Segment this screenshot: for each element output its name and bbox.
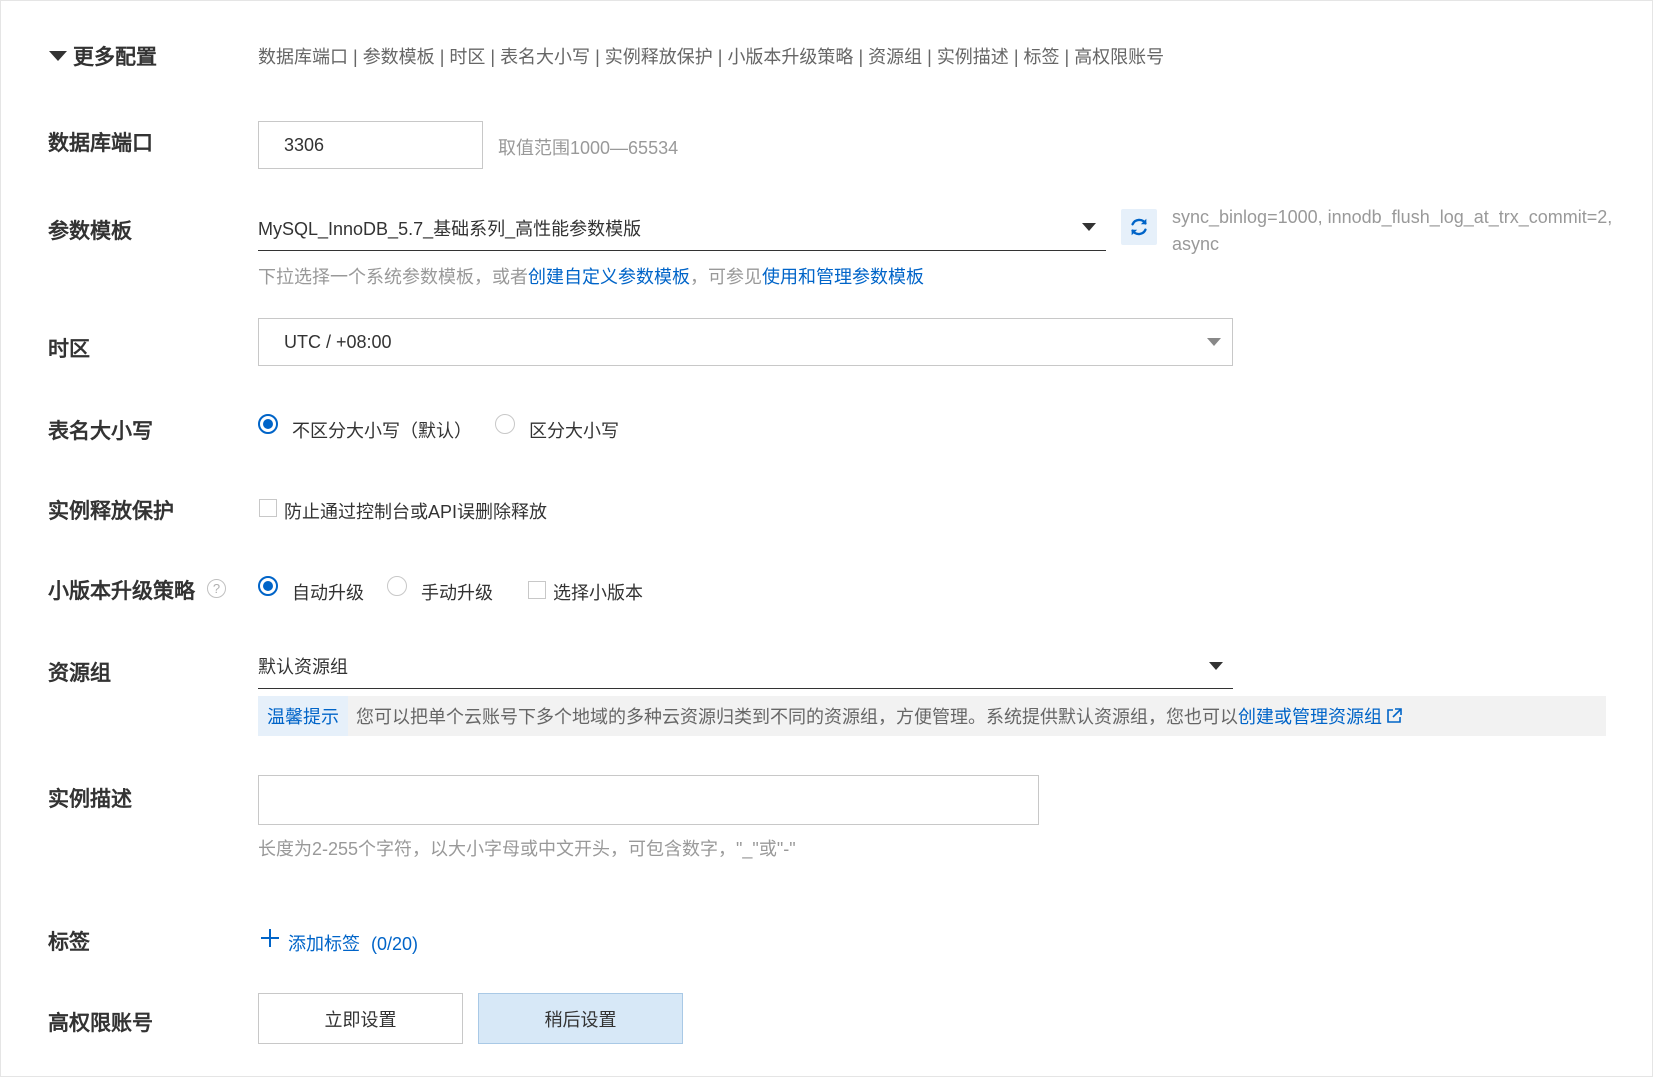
anchor-link-port[interactable]: 数据库端口 xyxy=(258,47,348,67)
resource-group-tip: 温馨提示 您可以把单个云账号下多个地域的多种云资源归类到不同的资源组，方便管理。… xyxy=(258,696,1606,736)
manage-resource-group-link-text: 创建或管理资源组 xyxy=(1238,707,1382,727)
release-protection-label: 实例释放保护 xyxy=(48,500,174,523)
plus-icon[interactable] xyxy=(259,927,281,949)
tag-count: (0/20) xyxy=(371,934,419,954)
param-template-hint-mid: ，可参见 xyxy=(690,267,762,287)
timezone-select[interactable]: UTC / +08:00 xyxy=(258,318,1233,366)
select-minor-version-checkbox[interactable] xyxy=(528,581,546,599)
radio-case-insensitive[interactable] xyxy=(258,414,278,434)
port-input[interactable]: 3306 xyxy=(258,121,483,169)
radio-auto-upgrade-label[interactable]: 自动升级 xyxy=(292,579,364,605)
description-input[interactable] xyxy=(258,775,1039,825)
more-config-toggle[interactable]: 更多配置 xyxy=(49,41,157,71)
add-tag-link[interactable]: 添加标签 (0/20) xyxy=(288,930,418,956)
anchor-link-release-protection[interactable]: 实例释放保护 xyxy=(605,47,713,67)
question-icon[interactable]: ? xyxy=(207,579,226,598)
admin-account-label: 高权限账号 xyxy=(48,1012,153,1035)
param-template-info-line1: sync_binlog=1000, innodb_flush_log_at_tr… xyxy=(1172,207,1613,227)
radio-manual-upgrade-label[interactable]: 手动升级 xyxy=(421,579,493,605)
manage-resource-group-link[interactable]: 创建或管理资源组 xyxy=(1238,703,1403,729)
resource-group-select[interactable]: 默认资源组 xyxy=(258,643,1233,689)
table-case-label: 表名大小写 xyxy=(48,420,153,443)
port-label: 数据库端口 xyxy=(48,132,153,155)
anchor-link-admin-account[interactable]: 高权限账号 xyxy=(1074,47,1164,67)
port-value: 3306 xyxy=(284,134,325,155)
param-template-hint: 下拉选择一个系统参数模板，或者创建自定义参数模板，可参见使用和管理参数模板 xyxy=(258,263,924,289)
tags-label: 标签 xyxy=(48,931,90,954)
anchor-link-tags[interactable]: 标签 xyxy=(1024,47,1060,67)
add-tag-label: 添加标签 xyxy=(288,934,360,954)
timezone-dropdown-icon[interactable] xyxy=(1207,338,1221,346)
external-link-icon xyxy=(1387,708,1402,723)
resource-group-value: 默认资源组 xyxy=(258,656,348,677)
anchor-link-param-template[interactable]: 参数模板 xyxy=(363,47,435,67)
param-template-value: MySQL_InnoDB_5.7_基础系列_高性能参数模版 xyxy=(258,218,642,239)
more-config-card: 更多配置 数据库端口 | 参数模板 | 时区 | 表名大小写 | 实例释放保护 | 小版本升级策略 |… xyxy=(0,0,1653,1077)
anchor-link-upgrade-policy[interactable]: 小版本升级策略 xyxy=(727,47,853,67)
radio-manual-upgrade[interactable] xyxy=(387,576,407,596)
anchor-link-timezone[interactable]: 时区 xyxy=(449,47,485,67)
param-template-info-line2: async xyxy=(1172,234,1220,254)
radio-auto-upgrade[interactable] xyxy=(258,576,278,596)
caret-down-icon xyxy=(49,51,67,61)
section-title: 更多配置 xyxy=(73,46,157,69)
section-anchor-links: 数据库端口 | 参数模板 | 时区 | 表名大小写 | 实例释放保护 | 小版本升级策略 | 资源组 | 实… xyxy=(258,47,1165,67)
refresh-icon xyxy=(1131,218,1147,236)
anchor-link-table-case[interactable]: 表名大小写 xyxy=(500,47,590,67)
refresh-button[interactable] xyxy=(1121,209,1157,245)
param-template-info: sync_binlog=1000, innodb_flush_log_at_tr… xyxy=(1172,204,1612,258)
anchor-link-resource-group[interactable]: 资源组 xyxy=(868,47,922,67)
tip-tag: 温馨提示 xyxy=(258,696,348,736)
description-label: 实例描述 xyxy=(48,788,132,811)
param-template-hint-prefix: 下拉选择一个系统参数模板，或者 xyxy=(258,267,528,287)
select-minor-version-label[interactable]: 选择小版本 xyxy=(553,579,643,605)
upgrade-policy-label: 小版本升级策略 xyxy=(48,580,195,603)
radio-case-sensitive[interactable] xyxy=(495,414,515,434)
port-range-hint: 取值范围1000—65534 xyxy=(498,138,679,158)
timezone-value: UTC / +08:00 xyxy=(284,331,392,352)
param-template-dropdown-icon[interactable] xyxy=(1082,223,1096,231)
timezone-label: 时区 xyxy=(48,338,90,361)
release-protection-checkbox-label[interactable]: 防止通过控制台或API误删除释放 xyxy=(284,498,547,524)
param-template-label: 参数模板 xyxy=(48,220,132,243)
description-hint: 长度为2-255个字符，以大小字母或中文开头，可包含数字，"_"或"-" xyxy=(258,839,796,859)
param-template-select[interactable]: MySQL_InnoDB_5.7_基础系列_高性能参数模版 xyxy=(258,205,1106,251)
radio-case-sensitive-label[interactable]: 区分大小写 xyxy=(529,417,619,443)
create-custom-template-link[interactable]: 创建自定义参数模板 xyxy=(528,267,690,287)
set-now-button[interactable]: 立即设置 xyxy=(258,993,463,1044)
tip-text: 您可以把单个云账号下多个地域的多种云资源归类到不同的资源组，方便管理。系统提供默… xyxy=(356,707,1238,727)
anchor-link-description[interactable]: 实例描述 xyxy=(937,47,1009,67)
manage-template-docs-link[interactable]: 使用和管理参数模板 xyxy=(762,267,924,287)
resource-group-dropdown-icon[interactable] xyxy=(1209,662,1223,670)
radio-case-insensitive-label[interactable]: 不区分大小写（默认） xyxy=(292,417,472,443)
set-later-button[interactable]: 稍后设置 xyxy=(478,993,683,1044)
release-protection-checkbox[interactable] xyxy=(259,499,277,517)
resource-group-label: 资源组 xyxy=(48,662,111,685)
